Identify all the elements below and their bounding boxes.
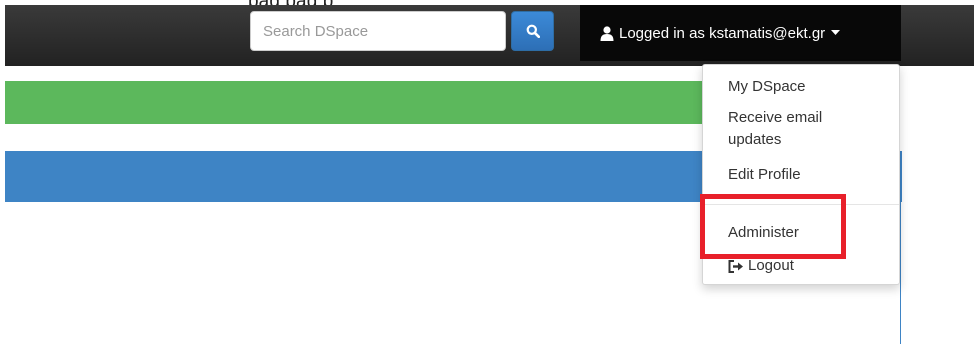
user-menu-label: Logged in as kstamatis@ekt.gr — [619, 24, 826, 42]
user-icon — [600, 25, 614, 41]
user-menu-toggle[interactable]: Logged in as kstamatis@ekt.gr — [580, 5, 901, 61]
menu-item-my-dspace[interactable]: My DSpace — [728, 76, 806, 98]
search-button[interactable] — [511, 11, 554, 51]
menu-item-edit-profile[interactable]: Edit Profile — [728, 164, 801, 186]
caret-down-icon — [831, 30, 841, 36]
panel-border — [900, 202, 901, 344]
page: pag pag p Logged in as kstamatis@ekt.gr … — [0, 0, 974, 344]
search-input[interactable] — [250, 11, 506, 51]
logout-icon — [728, 259, 744, 273]
menu-item-receive-email-updates[interactable]: Receive email updates — [728, 107, 878, 151]
highlight-annotation-box — [700, 194, 846, 259]
search-icon — [526, 24, 540, 38]
